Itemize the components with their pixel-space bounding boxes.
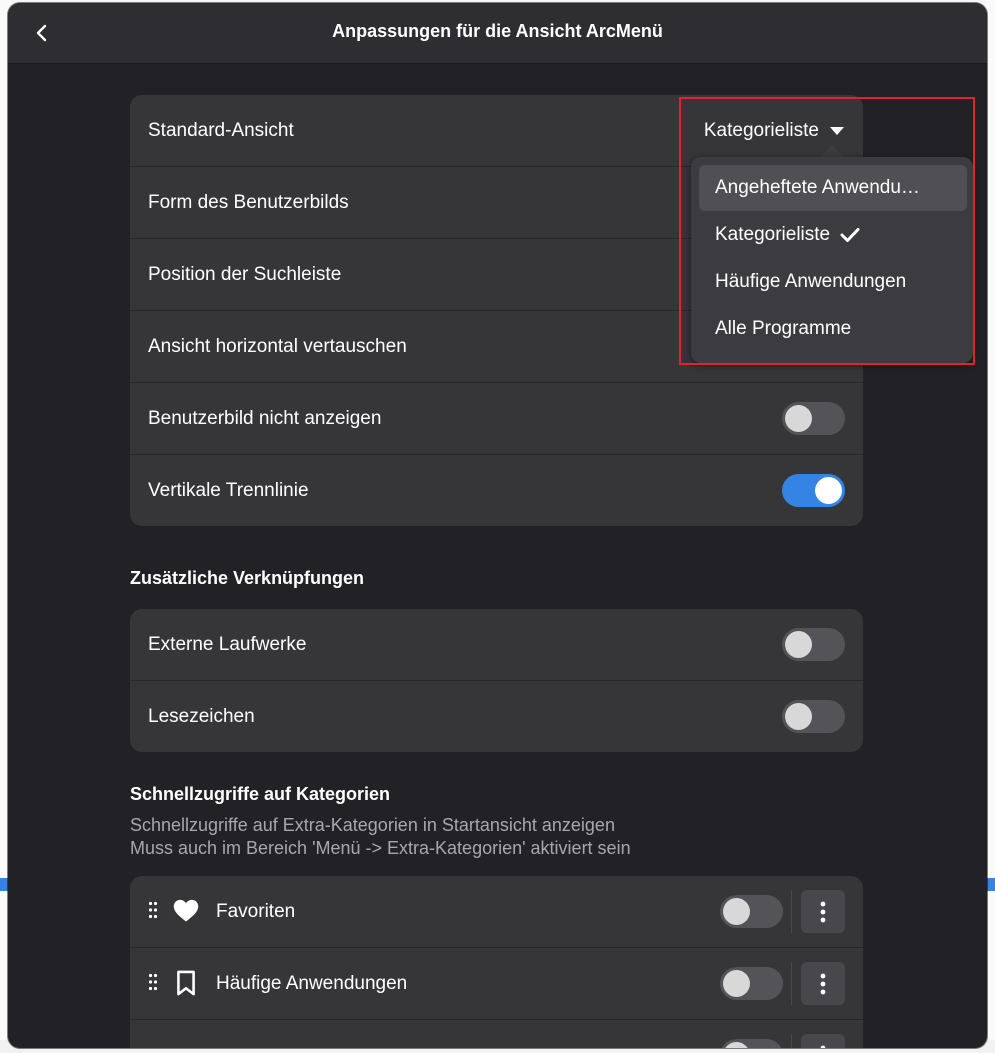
switch-knob [723, 970, 750, 997]
row-label: Form des Benutzerbilds [148, 191, 349, 213]
view-more-icon [820, 973, 826, 994]
external-drives-switch[interactable] [782, 628, 845, 661]
row-label: Ansicht horizontal vertauschen [148, 335, 407, 357]
bookmarks-switch[interactable] [782, 700, 845, 733]
frequent-apps-switch[interactable] [720, 967, 783, 1000]
separator [791, 890, 792, 933]
row-label: Standard-Ansicht [148, 119, 294, 141]
row-label: Position der Suchleiste [148, 263, 342, 285]
categories-card: Favoriten Häufige Anwendungen [130, 876, 863, 1048]
row-label: Favoriten [216, 900, 296, 922]
drag-handle-icon[interactable] [148, 973, 158, 991]
row-label: Häufige Anwendungen [216, 972, 408, 994]
row-label: Externe Laufwerke [148, 633, 307, 655]
row-category-favorites: Favoriten [130, 876, 863, 948]
switch-knob [785, 405, 812, 432]
separator [791, 962, 792, 1005]
row-external-drives: Externe Laufwerke [130, 609, 863, 681]
row-vertical-separator: Vertikale Trennlinie [130, 455, 863, 526]
section-title-categories: Schnellzugriffe auf Kategorien [130, 784, 391, 804]
preferences-dialog: Anpassungen für die Ansicht ArcMenü Stan… [8, 3, 987, 1048]
category-switch[interactable] [720, 1039, 783, 1048]
row-label: Benutzerbild nicht anzeigen [148, 407, 382, 429]
dialog-title: Anpassungen für die Ansicht ArcMenü [332, 21, 663, 41]
view-more-icon [820, 1045, 826, 1048]
description-line: Schnellzugriffe auf Extra-Kategorien in … [130, 815, 615, 835]
section-description: Schnellzugriffe auf Extra-Kategorien in … [130, 814, 631, 860]
row-category-partial [130, 1020, 863, 1048]
section-title-shortcuts: Zusätzliche Verknüpfungen [130, 568, 365, 588]
switch-knob [785, 631, 812, 658]
switch-knob [785, 703, 812, 730]
bookmark-icon [177, 970, 195, 996]
separator [791, 1034, 792, 1048]
drag-handle-icon[interactable] [148, 901, 158, 919]
frequent-apps-menu-button[interactable] [801, 962, 845, 1005]
row-category-frequent: Häufige Anwendungen [130, 948, 863, 1020]
row-hide-avatar: Benutzerbild nicht anzeigen [130, 383, 863, 455]
header-bar: Anpassungen für die Ansicht ArcMenü [8, 3, 987, 64]
row-label: Vertikale Trennlinie [148, 479, 309, 501]
shortcuts-card: Externe Laufwerke Lesezeichen [130, 609, 863, 752]
hide-avatar-switch[interactable] [782, 402, 845, 435]
switch-knob [815, 477, 842, 504]
vertical-separator-switch[interactable] [782, 474, 845, 507]
favorites-switch[interactable] [720, 895, 783, 928]
annotation-highlight-box [679, 97, 975, 365]
row-bookmarks: Lesezeichen [130, 681, 863, 752]
switch-knob [723, 898, 750, 925]
row-label: Lesezeichen [148, 705, 255, 727]
heart-icon [173, 899, 199, 922]
favorites-menu-button[interactable] [801, 890, 845, 933]
view-more-icon [820, 901, 826, 922]
category-menu-button[interactable] [801, 1034, 845, 1048]
switch-knob [723, 1042, 750, 1048]
description-line: Muss auch im Bereich 'Menü -> Extra-Kate… [130, 838, 631, 858]
